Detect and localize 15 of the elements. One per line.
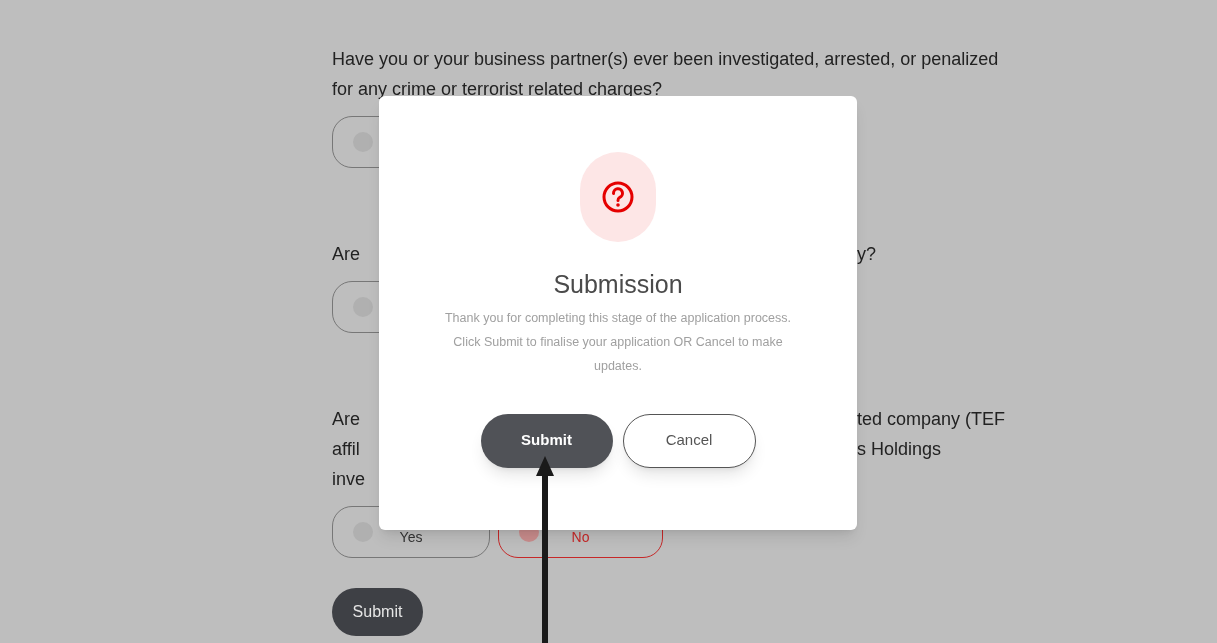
question-text: ted company (TEF [857, 407, 1006, 431]
submit-button[interactable]: Submit [480, 413, 613, 468]
question-text: Are [332, 242, 360, 266]
question-text: Have you or your business partner(s) ever been investigated, arrested, or penalized [332, 47, 999, 71]
question-text: affil [332, 437, 360, 461]
question-icon [601, 180, 635, 214]
question-text: Are [332, 407, 360, 431]
question-text: y? [857, 242, 876, 266]
cancel-button[interactable]: Cancel [622, 413, 756, 468]
dialog-title: Submission [553, 269, 683, 300]
question-text: for any crime or terrorist related charges? [332, 77, 663, 101]
question-text: s Holdings [857, 437, 942, 461]
question-text: inve [332, 467, 366, 491]
dialog-message: Thank you for completing this stage of the application process. Click Submit to finalise your application OR Cancel to make updates. [445, 309, 791, 375]
submit-button[interactable]: Submit [332, 588, 423, 636]
